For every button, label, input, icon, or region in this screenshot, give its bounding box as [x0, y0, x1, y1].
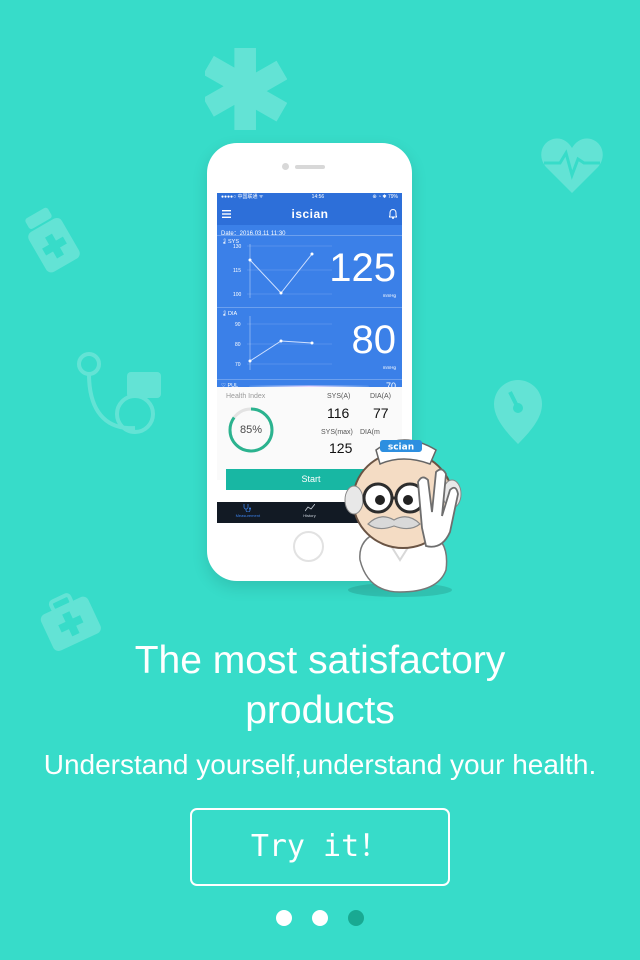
dia-point — [248, 359, 252, 363]
status-carrier: ●●●●○ 中国联通 ᯤ — [221, 194, 264, 200]
dia-ytick: 90 — [235, 322, 241, 328]
sphygmomanometer-icon — [77, 352, 161, 434]
app-navbar: iscian — [217, 202, 402, 225]
sys-ytick: 130 — [233, 244, 242, 250]
try-it-button[interactable]: Try it！ — [190, 808, 450, 886]
pager-dot[interactable] — [276, 910, 292, 926]
status-time: 14:56 — [311, 194, 325, 200]
medical-star-icon — [205, 48, 287, 130]
bell-icon[interactable] — [389, 208, 397, 219]
health-index-value: 85% — [239, 424, 263, 436]
dia-unit: mmHg — [382, 365, 396, 370]
sys-point — [248, 258, 252, 262]
stethoscope-icon — [243, 504, 252, 512]
status-bar: ●●●●○ 中国联通 ᯤ 14:56 ⊕ ◔ ✱ 79% — [217, 193, 402, 202]
subline: Understand yourself,understand your heal… — [43, 749, 597, 780]
sys-panel: 🌡︎SYS 130 115 100 125 mmHg — [217, 236, 402, 308]
dia-avg-label: DIA(A) — [370, 393, 391, 400]
dia-panel: 🌡︎DIA 90 80 70 80 mmHg — [217, 308, 402, 380]
gauge-drop-icon — [494, 380, 542, 444]
sys-unit: mmHg — [382, 293, 396, 298]
app-brand: iscian — [291, 206, 329, 221]
dia-point — [310, 341, 314, 345]
measurement-date: Date：2016.03.11 11:30 — [217, 225, 402, 237]
dia-ytick: 70 — [235, 362, 241, 368]
dia-value: 80 — [351, 318, 397, 362]
dia-point — [279, 339, 283, 343]
health-index-label: Health Index — [226, 393, 266, 400]
heart-pulse-icon — [541, 138, 603, 193]
pager-dot[interactable] — [312, 910, 328, 926]
front-camera — [282, 163, 289, 170]
page-indicator — [276, 910, 364, 926]
dia-ytick: 80 — [235, 342, 241, 348]
sys-value: 125 — [329, 246, 396, 290]
pager-dot-active[interactable] — [348, 910, 364, 926]
sys-avg-value: 116 — [327, 405, 350, 421]
sys-point — [279, 291, 283, 295]
sys-avg-label: SYS(A) — [327, 393, 351, 400]
dia-avg-value: 77 — [373, 405, 389, 421]
sys-point — [310, 252, 314, 256]
phone-speaker — [295, 165, 325, 169]
headline: The most satisfactory products — [134, 639, 506, 732]
sys-ytick: 115 — [233, 268, 241, 274]
sys-ytick: 100 — [233, 292, 242, 298]
doctor-mascot: scian — [344, 439, 462, 597]
tab-measurement[interactable]: Measurement — [217, 502, 279, 523]
medicine-bottle-icon — [25, 207, 80, 273]
hat-logo-text: scian — [388, 443, 414, 453]
bp-chart-area: Date：2016.03.11 11:30 🌡︎SYS 130 115 100 — [217, 225, 402, 391]
status-battery: ⊕ ◔ ✱ 79% — [372, 194, 398, 200]
menu-icon[interactable] — [222, 209, 231, 218]
trend-icon — [304, 504, 315, 512]
